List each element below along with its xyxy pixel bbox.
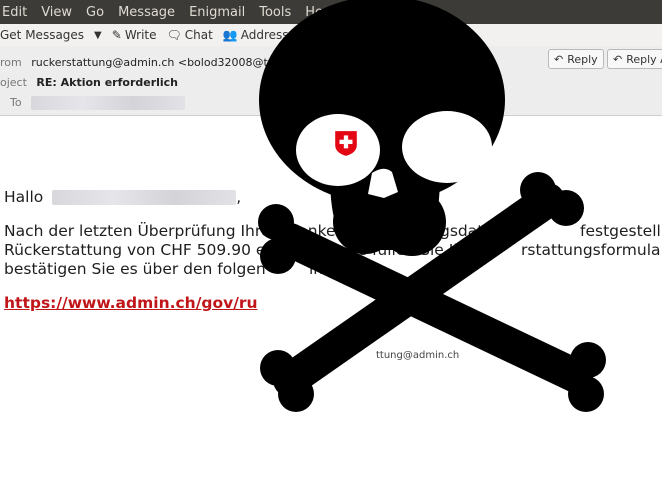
reply-all-button[interactable]: ↶ Reply A bbox=[607, 49, 662, 69]
body-line-2b: rstattungsformula bbox=[521, 241, 661, 259]
redacted-name bbox=[52, 190, 237, 205]
body-line-1c: festgestell bbox=[580, 222, 661, 240]
menu-edit[interactable]: Edit bbox=[2, 5, 27, 20]
greeting: Hallo bbox=[4, 188, 44, 206]
people-icon: 👥 bbox=[222, 28, 238, 42]
letterhead-line-3: C bbox=[366, 155, 373, 165]
letterhead-line-1: rische Eidgenoss bbox=[366, 131, 442, 141]
letterhead-line-4: C deral bbox=[366, 167, 399, 177]
menu-help[interactable]: He bbox=[305, 5, 323, 20]
chat-button[interactable]: 🗨 Chat bbox=[167, 28, 213, 42]
reply-all-label: Reply A bbox=[626, 52, 662, 66]
get-messages-button[interactable]: Get Messages bbox=[0, 28, 84, 42]
phishing-link[interactable]: https://www.admin.ch/gov/ru bbox=[4, 294, 258, 312]
menu-bar: Edit View Go Message Enigmail Tools He bbox=[0, 0, 662, 24]
write-button[interactable]: ✎ Write bbox=[112, 28, 157, 42]
pencil-icon: ✎ bbox=[111, 28, 122, 42]
redacted-recipient bbox=[31, 96, 186, 110]
menu-view[interactable]: View bbox=[41, 5, 72, 20]
reply-button[interactable]: ↶ Reply bbox=[548, 49, 604, 69]
swiss-shield-icon-visible bbox=[335, 131, 357, 156]
message-header: rom ruckerstattung@admin.ch <bolod32008@… bbox=[0, 46, 662, 116]
body-line-1: Nach der letzten Überprüfung Ihrer Krank… bbox=[4, 222, 346, 240]
body-line-1b: gsdatei h bbox=[440, 222, 512, 240]
subject-row: oject RE: Aktion erforderlich bbox=[0, 76, 178, 89]
from-label: rom bbox=[0, 56, 22, 69]
body-line-2: Rückerstattung von CHF 509.90 erhalten. … bbox=[4, 241, 486, 259]
reply-arrow-icon: ↶ bbox=[554, 52, 564, 66]
body-line-3: bestätigen Sie es über den folgen bbox=[4, 260, 266, 278]
from-row: rom ruckerstattung@admin.ch <bolod32008@… bbox=[0, 56, 289, 69]
to-label: To bbox=[10, 96, 22, 109]
body-line-3b: ink : bbox=[309, 260, 343, 278]
chat-label: Chat bbox=[184, 28, 213, 42]
subject-label: oject bbox=[0, 76, 27, 89]
address-book-button[interactable]: 👥 Address Bo bbox=[223, 28, 308, 42]
reply-all-arrow-icon: ↶ bbox=[613, 52, 623, 66]
get-messages-label: Get Messages bbox=[0, 28, 85, 42]
menu-tools[interactable]: Tools bbox=[259, 5, 291, 20]
to-row: To bbox=[10, 96, 186, 110]
toolbar: Get Messages ▼ ✎ Write 🗨 Chat 👥 Address … bbox=[0, 24, 662, 46]
greeting-line: Hallo , bbox=[4, 188, 242, 206]
menu-message[interactable]: Message bbox=[118, 5, 175, 20]
chat-bubble-icon: 🗨 bbox=[166, 28, 182, 42]
write-label: Write bbox=[124, 28, 157, 42]
signature-email: ttung@admin.ch bbox=[376, 350, 460, 361]
menu-go[interactable]: Go bbox=[86, 5, 104, 20]
from-value[interactable]: ruckerstattung@admin.ch <bolod32008@trip… bbox=[31, 56, 289, 69]
subject-value: RE: Aktion erforderlich bbox=[36, 76, 179, 89]
chevron-down-icon[interactable]: ▼ bbox=[94, 30, 102, 41]
letterhead-line-2: C ation suisse bbox=[366, 143, 429, 153]
reply-label: Reply bbox=[567, 52, 598, 66]
menu-enigmail[interactable]: Enigmail bbox=[189, 5, 245, 20]
address-book-label: Address Bo bbox=[240, 28, 308, 42]
